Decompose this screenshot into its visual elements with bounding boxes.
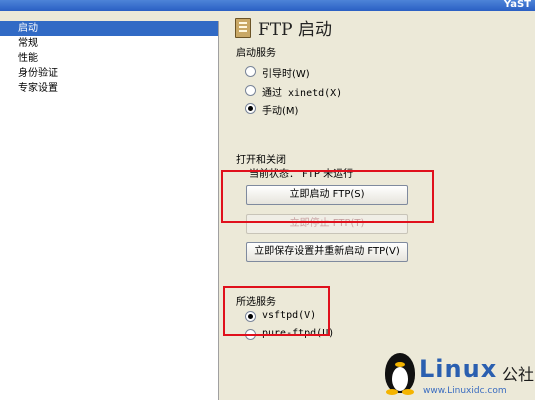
ftp-document-icon [235,18,251,38]
watermark-url: www.Linuxidc.com [423,386,507,396]
ftp-status-text: 当前状态： FTP 未运行 [249,169,354,180]
watermark-brand: Linux [419,355,498,383]
stop-ftp-button: 立即停止 FTP(T) [246,214,408,234]
tux-foot-left [386,389,398,395]
page-title: FTP 启动 [258,20,332,40]
sidebar-item-expert-settings[interactable]: 专家设置 [0,81,218,96]
window-title: YaST [503,0,531,10]
start-ftp-button[interactable]: 立即启动 FTP(S) [246,185,408,205]
save-restart-ftp-button[interactable]: 立即保存设置并重新启动 FTP(V) [246,242,408,262]
radio-circle[interactable] [245,66,256,77]
main-panel: FTP 启动 启动服务 引导时(W) 通过 xinetd(X) 手动(M) 打开… [219,11,535,400]
radio-circle[interactable] [245,329,256,340]
tux-foot-right [402,389,414,395]
sidebar-item-authentication[interactable]: 身份验证 [0,66,218,81]
radio-label: 手动(M) [262,106,299,117]
radio-circle-checked[interactable] [245,311,256,322]
radio-label: vsftpd(V) [262,310,317,321]
radio-circle[interactable] [245,85,256,96]
tux-beak [395,362,405,367]
radio-circle-checked[interactable] [245,103,256,114]
selected-service-label: 所选服务 [236,297,276,308]
radio-label: 引导时(W) [262,69,310,80]
sidebar-item-performance[interactable]: 性能 [0,51,218,66]
watermark-logo: Linux 公社 www.Linuxidc.com [357,351,535,400]
tux-belly [392,367,408,391]
sidebar-item-startup[interactable]: 启动 [0,21,218,36]
radio-label: pure-ftpd(U) [262,328,335,339]
sidebar: 启动 常规 性能 身份验证 专家设置 [0,21,219,400]
watermark-brand-cn: 公社 [502,365,535,384]
start-service-label: 启动服务 [236,48,276,59]
radio-label: 通过 xinetd(X) [262,88,343,99]
sidebar-item-general[interactable]: 常规 [0,36,218,51]
title-bar: YaST [0,0,535,11]
toggle-section-label: 打开和关闭 [236,155,286,166]
